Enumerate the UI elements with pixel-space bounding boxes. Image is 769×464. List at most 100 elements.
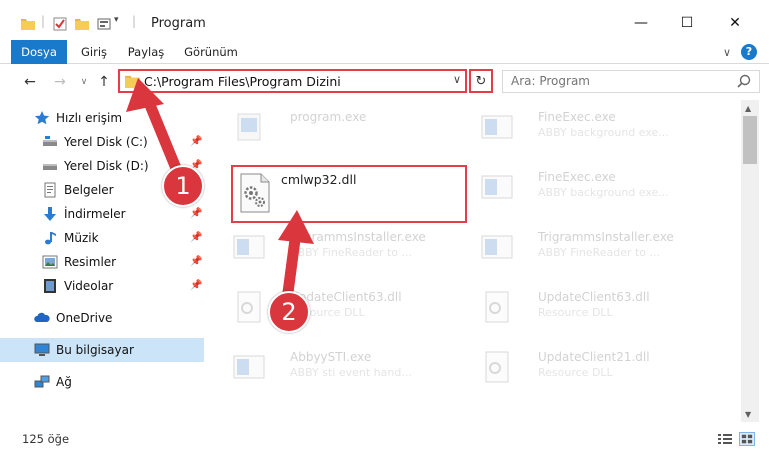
minimize-button[interactable]: — bbox=[618, 8, 664, 38]
exe-file-icon bbox=[481, 235, 513, 259]
file-description: ABBY FineReader to ... bbox=[538, 246, 661, 259]
pin-icon[interactable]: 📌 bbox=[190, 208, 202, 219]
properties-icon[interactable] bbox=[52, 14, 68, 34]
file-name: FineExec.exe bbox=[538, 170, 616, 184]
up-button[interactable]: ↑ bbox=[94, 72, 114, 92]
sidebar-item-label: Yerel Disk (D:) bbox=[64, 159, 149, 173]
dll-gear-file-icon bbox=[240, 173, 270, 213]
drive-icon bbox=[43, 164, 57, 170]
file-item[interactable]: UpdateClient63.dll Resource DLL bbox=[206, 282, 446, 334]
address-bar[interactable]: C:\Program Files\Program Dizini ∨ bbox=[118, 69, 467, 93]
file-item[interactable]: UpdateClient21.dll Resource DLL bbox=[454, 342, 694, 394]
dll-file-icon bbox=[485, 291, 509, 323]
file-name: TrigrammsInstaller.exe bbox=[290, 230, 426, 244]
pin-icon[interactable]: 📌 bbox=[190, 256, 202, 267]
sidebar-item-music[interactable]: Müzik 📌 bbox=[0, 226, 204, 250]
folder-icon[interactable] bbox=[20, 14, 36, 34]
exe-file-icon bbox=[233, 355, 265, 379]
file-item[interactable]: FineExec.exe ABBY background exe... bbox=[454, 102, 694, 154]
vertical-scrollbar[interactable]: ▲ ▼ bbox=[741, 100, 759, 422]
search-icon bbox=[737, 74, 751, 88]
tab-paylas[interactable]: Paylaş bbox=[120, 40, 172, 64]
sidebar-item-label: Hızlı erişim bbox=[56, 111, 123, 125]
file-description: ABBY FineReader to ... bbox=[290, 246, 413, 259]
navigation-pane: Hızlı erişim Yerel Disk (C:) 📌 Yerel Dis… bbox=[0, 100, 206, 422]
pictures-icon bbox=[42, 255, 58, 269]
sidebar-item-videos[interactable]: Videolar 📌 bbox=[0, 274, 204, 298]
file-name: program.exe bbox=[290, 110, 367, 124]
file-item[interactable]: FineExec.exe ABBY background exe... bbox=[454, 162, 694, 214]
file-name: UpdateClient63.dll bbox=[538, 290, 650, 304]
recent-locations-chevron-icon[interactable]: ∨ bbox=[74, 72, 94, 92]
videos-icon bbox=[44, 279, 56, 293]
refresh-button[interactable]: ↻ bbox=[469, 69, 493, 93]
maximize-button[interactable]: ☐ bbox=[664, 8, 710, 38]
file-item[interactable]: TrigrammsInstaller.exe ABBY FineReader t… bbox=[206, 222, 446, 274]
sidebar-item-this-pc[interactable]: Bu bilgisayar bbox=[0, 338, 204, 362]
sidebar-item-label: İndirmeler bbox=[64, 207, 126, 221]
sidebar-item-label: Belgeler bbox=[64, 183, 114, 197]
address-dropdown-chevron-icon[interactable]: ∨ bbox=[453, 73, 461, 86]
scroll-up-arrow-icon[interactable]: ▲ bbox=[745, 104, 751, 113]
file-description: Resource DLL bbox=[538, 366, 613, 379]
scroll-thumb[interactable] bbox=[743, 116, 757, 164]
exe-file-icon bbox=[233, 235, 265, 259]
search-input[interactable] bbox=[511, 74, 731, 88]
downloads-icon bbox=[44, 207, 56, 221]
sidebar-item-label: Yerel Disk (C:) bbox=[64, 135, 148, 149]
file-item[interactable]: program.exe bbox=[206, 102, 446, 154]
file-description: ABBY background exe... bbox=[538, 186, 669, 199]
file-list: program.exe TrigrammsInstaller.exe ABBY … bbox=[206, 100, 741, 422]
sidebar-item-quick-access[interactable]: Hızlı erişim bbox=[0, 106, 204, 130]
customize-toolbar-chevron-icon[interactable]: ▾ bbox=[114, 15, 119, 35]
tab-dosya[interactable]: Dosya bbox=[11, 40, 67, 64]
expand-ribbon-chevron-icon[interactable]: ∨ bbox=[723, 46, 731, 59]
exe-file-icon bbox=[481, 115, 513, 139]
onedrive-cloud-icon bbox=[34, 312, 50, 322]
dll-file-icon bbox=[237, 291, 261, 323]
file-item[interactable]: AbbyySTI.exe ABBY sti event hand... bbox=[206, 342, 446, 394]
sidebar-item-downloads[interactable]: İndirmeler 📌 bbox=[0, 202, 204, 226]
close-button[interactable]: ✕ bbox=[712, 8, 758, 38]
drive-icon bbox=[43, 136, 57, 146]
exe-file-icon bbox=[237, 113, 261, 141]
tab-giris[interactable]: Giriş bbox=[72, 40, 116, 64]
file-item-cmlwp32-dll[interactable]: cmlwp32.dll bbox=[231, 165, 467, 223]
new-folder-icon[interactable] bbox=[74, 14, 90, 34]
large-icons-view-icon[interactable] bbox=[739, 432, 755, 446]
exe-file-icon bbox=[481, 175, 513, 199]
pin-icon[interactable]: 📌 bbox=[190, 136, 202, 147]
step-badge-2: 2 bbox=[268, 291, 310, 333]
file-description: ABBY background exe... bbox=[538, 126, 669, 139]
file-name: FineExec.exe bbox=[538, 110, 616, 124]
file-name: AbbyySTI.exe bbox=[290, 350, 372, 364]
window-title: Program bbox=[151, 16, 206, 31]
back-button[interactable]: ← bbox=[20, 72, 40, 92]
file-description: ABBY sti event hand... bbox=[290, 366, 412, 379]
search-box[interactable] bbox=[502, 70, 760, 93]
forward-button[interactable]: → bbox=[50, 72, 70, 92]
step-badge-1: 1 bbox=[162, 165, 204, 207]
pin-icon[interactable]: 📌 bbox=[190, 232, 202, 243]
sidebar-item-pictures[interactable]: Resimler 📌 bbox=[0, 250, 204, 274]
pin-icon[interactable]: 📌 bbox=[190, 280, 202, 291]
help-icon[interactable]: ? bbox=[741, 44, 757, 60]
sidebar-item-onedrive[interactable]: OneDrive bbox=[0, 306, 204, 330]
item-count: 125 öğe bbox=[22, 432, 70, 446]
sidebar-item-label: OneDrive bbox=[56, 311, 113, 325]
file-item[interactable]: TrigrammsInstaller.exe ABBY FineReader t… bbox=[454, 222, 694, 274]
rename-icon[interactable] bbox=[96, 14, 112, 34]
star-icon bbox=[34, 111, 50, 125]
scroll-down-arrow-icon[interactable]: ▼ bbox=[745, 410, 751, 419]
music-icon bbox=[45, 232, 56, 245]
sidebar-item-label: Resimler bbox=[64, 255, 117, 269]
tab-gorunum[interactable]: Görünüm bbox=[180, 40, 242, 64]
sidebar-item-label: Ağ bbox=[56, 375, 72, 389]
sidebar-item-local-disk-c[interactable]: Yerel Disk (C:) 📌 bbox=[0, 130, 204, 154]
title-separator: | bbox=[132, 14, 137, 28]
folder-icon bbox=[125, 75, 140, 88]
file-item[interactable]: UpdateClient63.dll Resource DLL bbox=[454, 282, 694, 334]
title-bar: | ▾ | Program — ☐ ✕ bbox=[0, 0, 769, 40]
sidebar-item-network[interactable]: Ağ bbox=[0, 370, 204, 394]
details-view-icon[interactable] bbox=[717, 432, 733, 446]
